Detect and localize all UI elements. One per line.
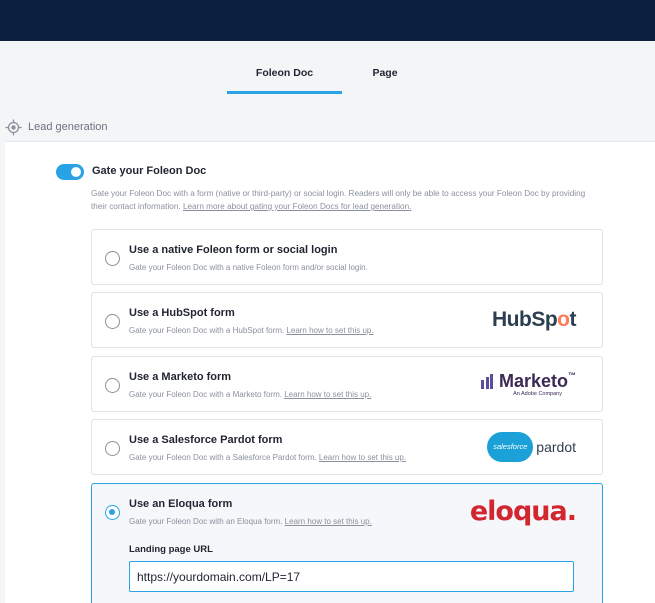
pardot-logo-text: pardot [536,439,576,455]
hubspot-logo-text: HubSpot [492,308,576,331]
option-title: Use a Salesforce Pardot form [129,434,283,446]
section-header: Lead generation [5,118,108,136]
gate-title: Gate your Foleon Doc [92,165,207,177]
radio-eloqua-form[interactable] [105,505,120,520]
option-hubspot-form[interactable]: Use a HubSpot form Gate your Foleon Doc … [91,292,603,348]
marketo-logo-text: Marketo [498,371,568,391]
section-title: Lead generation [28,121,108,133]
option-description-text: Gate your Foleon Doc with a Marketo form… [129,390,282,399]
option-description: Gate your Foleon Doc with a HubSpot form… [129,326,374,335]
option-title: Use a Marketo form [129,371,232,383]
setup-link-pardot[interactable]: Learn how to set this up. [319,453,406,462]
option-description-text: Gate your Foleon Doc with an Eloqua form… [129,517,283,526]
option-description: Gate your Foleon Doc with a native Foleo… [129,263,368,272]
tab-bar: Foleon Doc Page [0,56,655,96]
marketo-logo: Marketo ™ An Adobe Company [481,367,576,401]
eloqua-logo-text: eloqua. [469,495,577,527]
eloqua-logo: eloqua. [469,494,577,528]
option-eloqua-form[interactable]: Use an Eloqua form Gate your Foleon Doc … [91,483,603,603]
tab-foleon-doc[interactable]: Foleon Doc [227,56,342,94]
option-description-text: Gate your Foleon Doc with a native Foleo… [129,263,368,272]
option-pardot-form[interactable]: Use a Salesforce Pardot form Gate your F… [91,419,603,475]
option-description: Gate your Foleon Doc with a Salesforce P… [129,453,406,462]
setup-link-hubspot[interactable]: Learn how to set this up. [286,326,373,335]
option-description: Gate your Foleon Doc with a Marketo form… [129,390,371,399]
option-description-text: Gate your Foleon Doc with a Salesforce P… [129,453,317,462]
marketo-trademark: ™ [568,371,576,380]
marketo-logo-subtitle: An Adobe Company [513,391,562,397]
option-description-text: Gate your Foleon Doc with a HubSpot form… [129,326,285,335]
tab-page[interactable]: Page [342,56,428,94]
learn-more-link[interactable]: Learn more about gating your Foleon Docs… [183,202,411,211]
option-title: Use an Eloqua form [129,498,233,510]
salesforce-cloud-icon: salesforce [487,432,534,462]
setup-link-marketo[interactable]: Learn how to set this up. [284,390,371,399]
option-description: Gate your Foleon Doc with an Eloqua form… [129,517,372,526]
setup-link-eloqua[interactable]: Learn how to set this up. [285,517,372,526]
radio-pardot-form[interactable] [105,441,120,456]
option-native-form[interactable]: Use a native Foleon form or social login… [91,229,603,285]
landing-page-url-input[interactable] [129,561,574,592]
target-icon [5,119,22,135]
radio-hubspot-form[interactable] [105,314,120,329]
radio-native-form[interactable] [105,251,120,266]
option-title: Use a native Foleon form or social login [129,244,338,256]
top-navigation-bar [0,0,655,41]
option-title: Use a HubSpot form [129,307,235,319]
toggle-knob [71,167,81,177]
gate-toggle[interactable] [56,164,84,180]
option-marketo-form[interactable]: Use a Marketo form Gate your Foleon Doc … [91,356,603,412]
hubspot-logo: HubSpot [492,303,576,337]
gate-description: Gate your Foleon Doc with a form (native… [91,187,591,213]
landing-page-url-label: Landing page URL [129,544,213,555]
marketo-bars-icon [481,374,495,389]
radio-marketo-form[interactable] [105,378,120,393]
pardot-logo: salesforce pardot [487,430,576,464]
